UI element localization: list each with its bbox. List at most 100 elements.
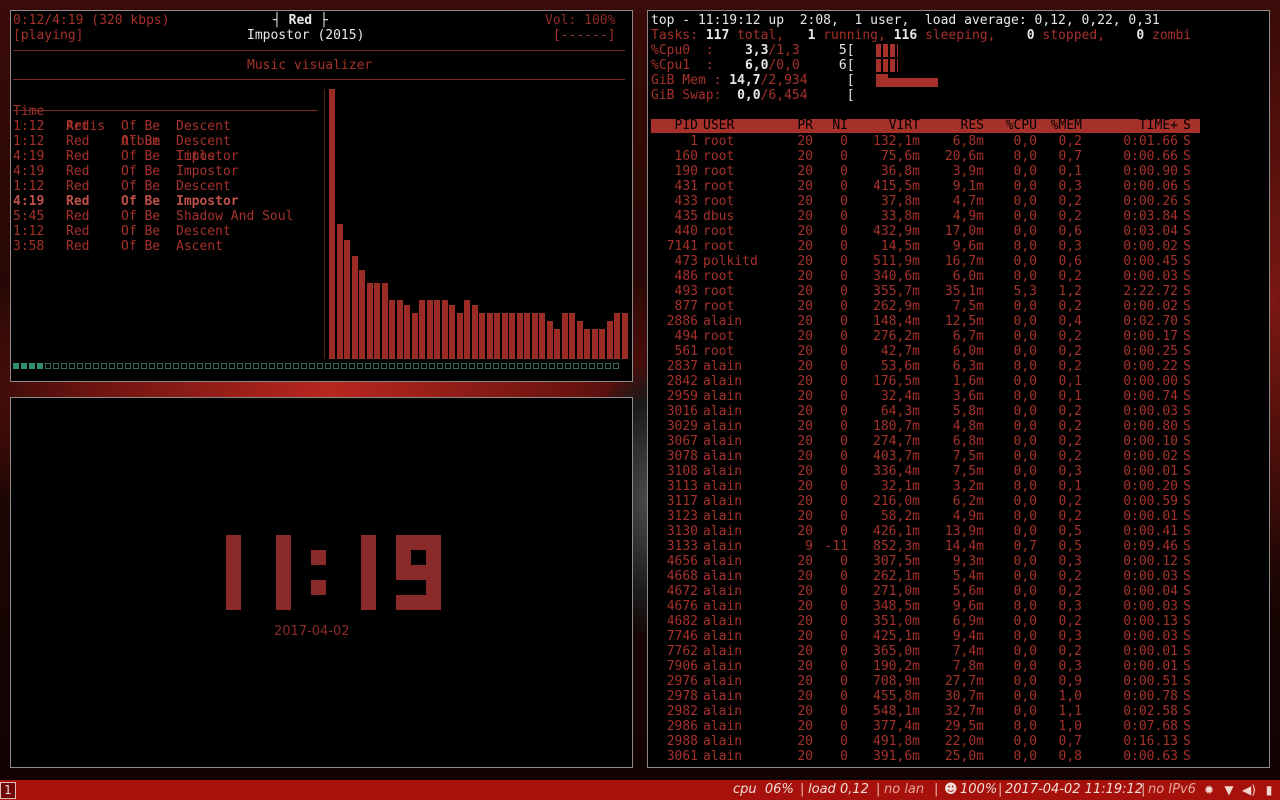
process-cell: 17,0m	[944, 224, 984, 239]
gear-icon[interactable]: ✹	[1202, 783, 1216, 797]
process-row[interactable]: 7746 alain 20 0 425,1m 9,4m 0,0 0,3 0:00.03 S	[648, 629, 1208, 644]
process-row[interactable]: 2959 alain 20 0 32,4m 3,6m 0,0 0,1 0:00.74 S	[648, 389, 1208, 404]
process-row[interactable]: 1 root 20 0 132,1m 6,8m 0,0 0,2 0:01.66 S	[648, 134, 1208, 149]
process-cell: 7746	[666, 629, 698, 644]
process-cell: 0	[840, 554, 848, 569]
process-cell: 9,6m	[952, 239, 984, 254]
process-cell: alain	[703, 314, 743, 329]
process-row[interactable]: 4656 alain 20 0 307,5m 9,3m 0,0 0,3 0:00.12 S	[648, 554, 1208, 569]
process-cell: 3133	[666, 539, 698, 554]
process-row[interactable]: 190 root 20 0 36,8m 3,9m 0,0 0,1 0:00.90 S	[648, 164, 1208, 179]
process-row[interactable]: 486 root 20 0 340,6m 6,0m 0,0 0,2 0:00.03 S	[648, 269, 1208, 284]
process-cell: 432,9m	[873, 224, 920, 239]
track-album: Of Be	[121, 119, 161, 134]
battery-tray-icon[interactable]: ▮	[1262, 783, 1276, 797]
process-cell: 0,9	[1058, 674, 1082, 689]
column-pid[interactable]: PID	[675, 119, 698, 133]
process-cell: root	[703, 329, 735, 344]
process-row[interactable]: 2978 alain 20 0 455,8m 30,7m 0,0 1,0 0:00.78 S	[648, 689, 1208, 704]
process-row[interactable]: 4672 alain 20 0 271,0m 5,6m 0,0 0,2 0:00.04 S	[648, 584, 1208, 599]
visualizer-bar	[471, 305, 478, 359]
process-cell: 3061	[666, 749, 698, 764]
column-user[interactable]: USER	[703, 119, 734, 133]
process-row[interactable]: 7906 alain 20 0 190,2m 7,8m 0,0 0,3 0:00.01 S	[648, 659, 1208, 674]
process-cell: 6,7m	[952, 329, 984, 344]
progress-bar[interactable]	[13, 363, 625, 369]
volume-icon[interactable]: ◀)	[1242, 783, 1256, 797]
process-row[interactable]: 3029 alain 20 0 180,7m 4,8m 0,0 0,2 0:00.80 S	[648, 419, 1208, 434]
process-row[interactable]: 2986 alain 20 0 377,4m 29,5m 0,0 1,0 0:07.68 S	[648, 719, 1208, 734]
progress-segment	[597, 363, 603, 369]
column-pr[interactable]: PR	[797, 119, 813, 133]
process-cell: 3,6m	[952, 389, 984, 404]
column-s[interactable]: S	[1183, 119, 1191, 133]
process-cell: S	[1183, 524, 1191, 539]
process-row[interactable]: 160 root 20 0 75,6m 20,6m 0,0 0,7 0:00.66 S	[648, 149, 1208, 164]
process-row[interactable]: 3117 alain 20 0 216,0m 6,2m 0,0 0,2 0:00.59 S	[648, 494, 1208, 509]
process-row[interactable]: 431 root 20 0 415,5m 9,1m 0,0 0,3 0:00.06 S	[648, 179, 1208, 194]
process-cell: S	[1183, 614, 1191, 629]
column-time[interactable]: Time	[13, 104, 44, 119]
process-row[interactable]: 2988 alain 20 0 491,8m 22,0m 0,0 0,7 0:16.13 S	[648, 734, 1208, 749]
wifi-icon[interactable]: ▼	[1222, 783, 1236, 797]
process-cell: 425,1m	[873, 629, 920, 644]
process-cell: 0,2	[1058, 644, 1082, 659]
clock-pixel	[226, 565, 241, 580]
process-cell: 0,0	[1013, 329, 1037, 344]
music-player-pane[interactable]: 0:12/4:19 (320 kbps) ┤ Red ├ Vol: 100% […	[10, 10, 633, 382]
process-row[interactable]: 3130 alain 20 0 426,1m 13,9m 0,0 0,5 0:00.41 S	[648, 524, 1208, 539]
progress-segment	[245, 363, 251, 369]
process-row[interactable]: 435 dbus 20 0 33,8m 4,9m 0,0 0,2 0:03.84 S	[648, 209, 1208, 224]
process-row[interactable]: 493 root 20 0 355,7m 35,1m 5,3 1,2 2:22.72 S	[648, 284, 1208, 299]
process-row[interactable]: 3061 alain 20 0 391,6m 25,0m 0,0 0,8 0:00.63 S	[648, 749, 1208, 764]
process-cell: 0,0	[1013, 299, 1037, 314]
process-row[interactable]: 4676 alain 20 0 348,5m 9,6m 0,0 0,3 0:00.03 S	[648, 599, 1208, 614]
process-row[interactable]: 3123 alain 20 0 58,2m 4,9m 0,0 0,2 0:00.01 S	[648, 509, 1208, 524]
process-row[interactable]: 3108 alain 20 0 336,4m 7,5m 0,0 0,3 0:00.01 S	[648, 464, 1208, 479]
process-row[interactable]: 473 polkitd 20 0 511,9m 16,7m 0,0 0,6 0:00.45 S	[648, 254, 1208, 269]
progress-segment	[61, 363, 67, 369]
process-table-header[interactable]: PID USER PR NI VIRT RES %CPU %MEM TIME+ S	[651, 119, 1200, 133]
workspace-indicator[interactable]: 1	[0, 782, 16, 799]
column-virt[interactable]: VIRT	[889, 119, 920, 133]
progress-segment	[573, 363, 579, 369]
process-row[interactable]: 2976 alain 20 0 708,9m 27,7m 0,0 0,9 0:00.51 S	[648, 674, 1208, 689]
process-cell: 4682	[666, 614, 698, 629]
process-row[interactable]: 494 root 20 0 276,2m 6,7m 0,0 0,2 0:00.17 S	[648, 329, 1208, 344]
volume-label[interactable]: Vol: 100%	[545, 13, 615, 28]
process-row[interactable]: 3067 alain 20 0 274,7m 6,8m 0,0 0,2 0:00.10 S	[648, 434, 1208, 449]
column-mem[interactable]: %MEM	[1051, 119, 1082, 133]
process-row[interactable]: 4668 alain 20 0 262,1m 5,4m 0,0 0,2 0:00.03 S	[648, 569, 1208, 584]
process-row[interactable]: 433 root 20 0 37,8m 4,7m 0,0 0,2 0:00.26 S	[648, 194, 1208, 209]
process-cell: 3123	[666, 509, 698, 524]
column-res[interactable]: RES	[961, 119, 984, 133]
process-row[interactable]: 3113 alain 20 0 32,1m 3,2m 0,0 0,1 0:00.20 S	[648, 479, 1208, 494]
process-row[interactable]: 2842 alain 20 0 176,5m 1,6m 0,0 0,1 0:00.00 S	[648, 374, 1208, 389]
column-ni[interactable]: NI	[832, 119, 848, 133]
progress-segment	[357, 363, 363, 369]
column-cpu[interactable]: %CPU	[1006, 119, 1037, 133]
progress-segment	[397, 363, 403, 369]
progress-segment	[453, 363, 459, 369]
process-row[interactable]: 3016 alain 20 0 64,3m 5,8m 0,0 0,2 0:00.03 S	[648, 404, 1208, 419]
process-row[interactable]: 7141 root 20 0 14,5m 9,6m 0,0 0,3 0:00.02 S	[648, 239, 1208, 254]
clock-pixel	[276, 580, 291, 595]
column-time[interactable]: TIME+	[1139, 119, 1178, 133]
process-row[interactable]: 4682 alain 20 0 351,0m 6,9m 0,0 0,2 0:00.13 S	[648, 614, 1208, 629]
process-cell: 0,0	[1013, 254, 1037, 269]
top-process-monitor[interactable]: top - 11:19:12 up 2:08, 1 user, load ave…	[647, 10, 1270, 768]
process-row[interactable]: 877 root 20 0 262,9m 7,5m 0,0 0,2 0:00.02 S	[648, 299, 1208, 314]
volume-bar[interactable]: [------]	[553, 28, 616, 43]
process-cell: 20	[797, 134, 813, 149]
process-cell: 0,7	[1058, 734, 1082, 749]
process-row[interactable]: 2837 alain 20 0 53,6m 6,3m 0,0 0,2 0:00.22 S	[648, 359, 1208, 374]
separator: |	[800, 782, 805, 797]
process-row[interactable]: 7762 alain 20 0 365,0m 7,4m 0,0 0,2 0:00.01 S	[648, 644, 1208, 659]
process-row[interactable]: 440 root 20 0 432,9m 17,0m 0,0 0,6 0:03.04 S	[648, 224, 1208, 239]
process-row[interactable]: 2982 alain 20 0 548,1m 32,7m 0,0 1,1 0:02.58 S	[648, 704, 1208, 719]
process-row[interactable]: 3133 alain 9 -11 852,3m 14,4m 0,7 0,5 0:09.46 S	[648, 539, 1208, 554]
process-row[interactable]: 561 root 20 0 42,7m 6,0m 0,0 0,2 0:00.25 S	[648, 344, 1208, 359]
process-row[interactable]: 3078 alain 20 0 403,7m 7,5m 0,0 0,2 0:00.02 S	[648, 449, 1208, 464]
process-cell: 176,5m	[873, 374, 920, 389]
process-row[interactable]: 2886 alain 20 0 148,4m 12,5m 0,0 0,4 0:02.70 S	[648, 314, 1208, 329]
